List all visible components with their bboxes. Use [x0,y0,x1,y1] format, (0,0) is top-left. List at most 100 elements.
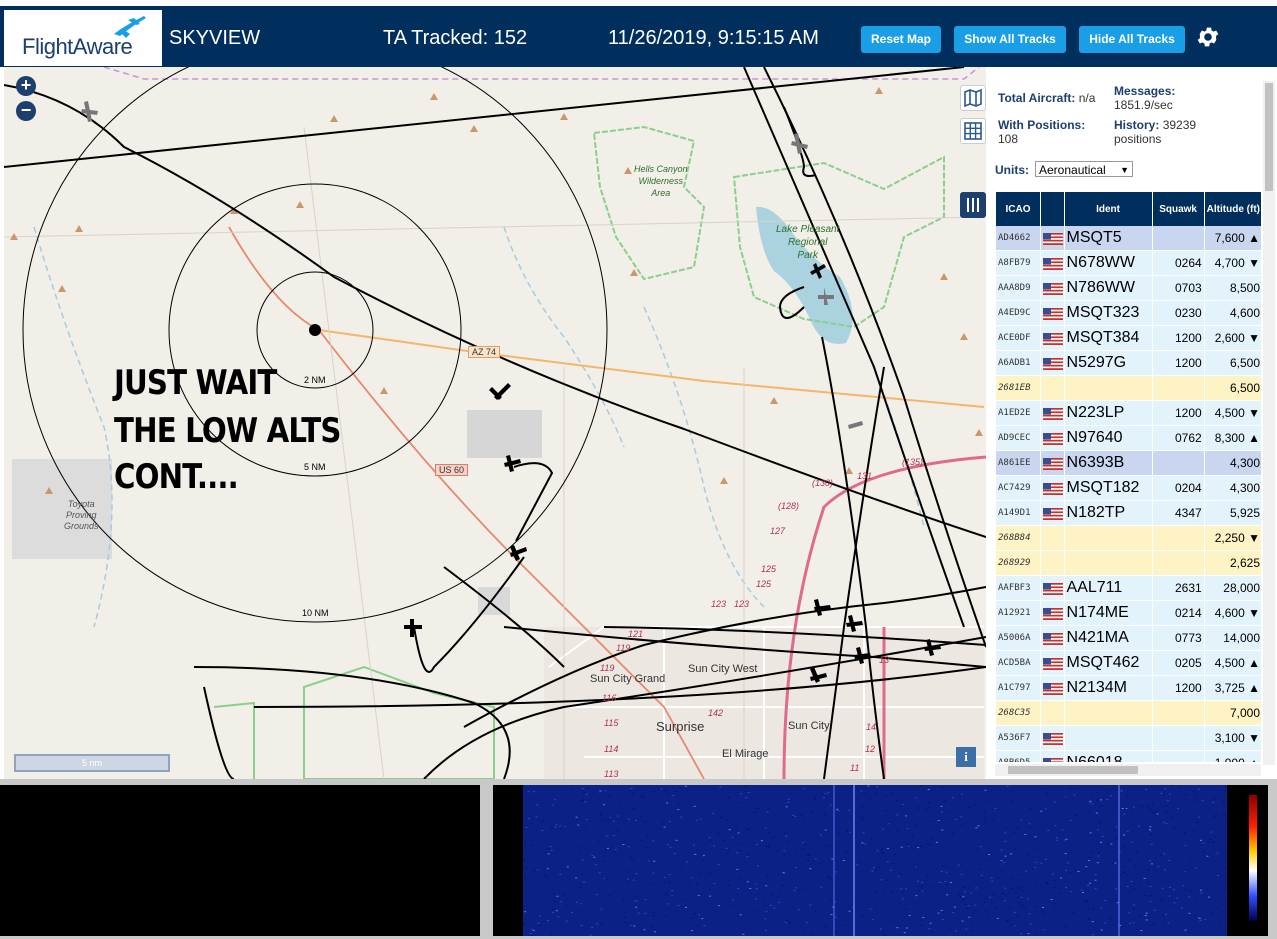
cell-icao: A149D1 [996,501,1040,526]
cell-squawk [1152,751,1204,762]
cell-altitude: 4,300 [1204,476,1261,501]
cell-icao: A1ED2E [996,401,1040,426]
place-label-sun-city-west: Sun City West [688,663,758,675]
aircraft-row[interactable]: AAFBF3 AAL711 2631 28,000 [996,576,1261,601]
table-header-row: ICAO Ident Squawk Altitude (ft) [996,192,1261,226]
route-number: 119 [600,663,615,673]
aircraft-table-container[interactable]: ICAO Ident Squawk Altitude (ft) AD4662 MS… [995,192,1261,762]
cell-altitude: 4,500 ▼ [1204,401,1261,426]
header-bar: FlightAware SKYVIEW TA Tracked: 152 11/2… [0,0,1277,67]
us-flag-icon [1043,232,1063,245]
cell-flag [1041,351,1064,376]
column-header-flag[interactable] [1041,192,1064,226]
map-view[interactable]: 2 NM 5 NM 10 NM AZ 74 US 60 Hells Canyon… [4,67,986,779]
grid-icon [964,122,982,140]
cell-altitude: 5,925 [1204,501,1261,526]
reset-map-button[interactable]: Reset Map [861,26,941,53]
cell-altitude: 2,250 ▼ [1204,526,1261,551]
road-label-us60: US 60 [435,464,469,476]
cell-altitude: 14,000 [1204,626,1261,651]
cell-flag [1041,276,1064,301]
place-label-sun-city: Sun City [788,720,830,732]
map-layers-button[interactable] [960,85,986,111]
sidebar-toggle-button[interactable] [960,192,986,218]
show-all-tracks-button[interactable]: Show All Tracks [954,26,1066,53]
aircraft-row[interactable]: 268C35 7,000 [996,701,1261,726]
cell-squawk: 1200 [1152,676,1204,701]
cell-flag [1041,701,1064,726]
cell-icao: 268C35 [996,701,1040,726]
cell-flag [1041,526,1064,551]
aircraft-row[interactable]: AC7429 MSQT182 0204 4,300 [996,476,1261,501]
aircraft-row[interactable]: AD9CEC N97640 0762 8,300 ▲ [996,426,1261,451]
us-flag-icon [1043,357,1063,370]
gear-icon[interactable] [1195,24,1221,50]
aircraft-row[interactable]: A536F7 3,100 ▼ [996,726,1261,751]
aircraft-row[interactable]: 268B84 2,250 ▼ [996,526,1261,551]
cell-icao: A12921 [996,601,1040,626]
us-flag-icon [1043,307,1063,320]
us-flag-icon [1043,582,1063,595]
aircraft-row[interactable]: AD4662 MSQT5 7,600 ▲ [996,226,1261,251]
chevron-down-icon: ▼ [1120,165,1129,175]
cell-ident: MSQT323 [1064,301,1152,326]
hide-all-tracks-button[interactable]: Hide All Tracks [1079,26,1185,53]
bottom-panel [0,779,1277,939]
column-header-squawk[interactable]: Squawk [1152,192,1204,226]
waterfall-display [523,785,1257,936]
us-flag-icon [1043,632,1063,645]
column-header-icao[interactable]: ICAO [996,192,1040,226]
aircraft-row[interactable]: A149D1 N182TP 4347 5,925 [996,501,1261,526]
scrollbar-thumb[interactable] [1008,766,1138,774]
cell-altitude: 8,300 ▲ [1204,426,1261,451]
cell-ident: N97640 [1064,426,1152,451]
grid-toggle-button[interactable] [960,118,986,144]
flightaware-logo[interactable]: FlightAware [4,10,162,66]
column-header-altitude[interactable]: Altitude (ft) [1204,192,1261,226]
column-header-ident[interactable]: Ident [1064,192,1152,226]
units-dropdown[interactable]: Aeronautical ▼ [1035,161,1133,177]
cell-flag [1041,551,1064,576]
cell-icao: A861EE [996,451,1040,476]
aircraft-row[interactable]: 2681EB 6,500 [996,376,1261,401]
cell-icao: 268929 [996,551,1040,576]
aircraft-row[interactable]: 268929 2,625 [996,551,1261,576]
route-number: 119 [616,643,631,653]
cell-squawk: 1200 [1152,326,1204,351]
cell-ident: N786WW [1064,276,1152,301]
aircraft-row[interactable]: A8B6D5 N66018 1,900 ▲ [996,751,1261,762]
aircraft-row[interactable]: A5006A N421MA 0773 14,000 [996,626,1261,651]
cell-flag [1041,251,1064,276]
aircraft-row[interactable]: A4ED9C MSQT323 0230 4,600 [996,301,1261,326]
info-button[interactable]: i [956,747,976,767]
cell-flag [1041,451,1064,476]
spectrum-waterfall [493,785,1268,936]
cell-ident: MSQT462 [1064,651,1152,676]
overlay-annotation-line-3: CONT.... [114,457,239,497]
cell-altitude: 6,500 [1204,351,1261,376]
aircraft-row[interactable]: A8FB79 N678WW 0264 4,700 ▼ [996,251,1261,276]
aircraft-row[interactable]: A861EE N6393B 4,300 [996,451,1261,476]
route-number: 123 [711,599,727,609]
airplane-logo-icon [114,16,146,38]
cell-squawk: 0703 [1152,276,1204,301]
route-number: 13 [879,655,890,665]
aircraft-row[interactable]: A6ADB1 N5297G 1200 6,500 [996,351,1261,376]
zoom-in-button[interactable]: + [16,76,36,96]
route-number: (135) [902,457,924,467]
cell-squawk: 4347 [1152,501,1204,526]
aircraft-row[interactable]: A1C797 N2134M 1200 3,725 ▲ [996,676,1261,701]
cell-squawk: 0205 [1152,651,1204,676]
us-flag-icon [1043,732,1063,745]
aircraft-row[interactable]: ACE0DF MSQT384 1200 2,600 ▼ [996,326,1261,351]
cell-squawk [1152,551,1204,576]
zoom-out-button[interactable]: − [16,101,36,121]
scrollbar-thumb[interactable] [1265,83,1273,191]
cell-squawk: 0773 [1152,626,1204,651]
aircraft-row[interactable]: A12921 N174ME 0214 4,600 ▼ [996,601,1261,626]
aircraft-row[interactable]: ACD5BA MSQT462 0205 4,500 ▲ [996,651,1261,676]
aircraft-row[interactable]: AAA8D9 N786WW 0703 8,500 [996,276,1261,301]
cell-icao: AAA8D9 [996,276,1040,301]
aircraft-row[interactable]: A1ED2E N223LP 1200 4,500 ▼ [996,401,1261,426]
total-aircraft-stat: Total Aircraft: n/a [998,91,1096,105]
